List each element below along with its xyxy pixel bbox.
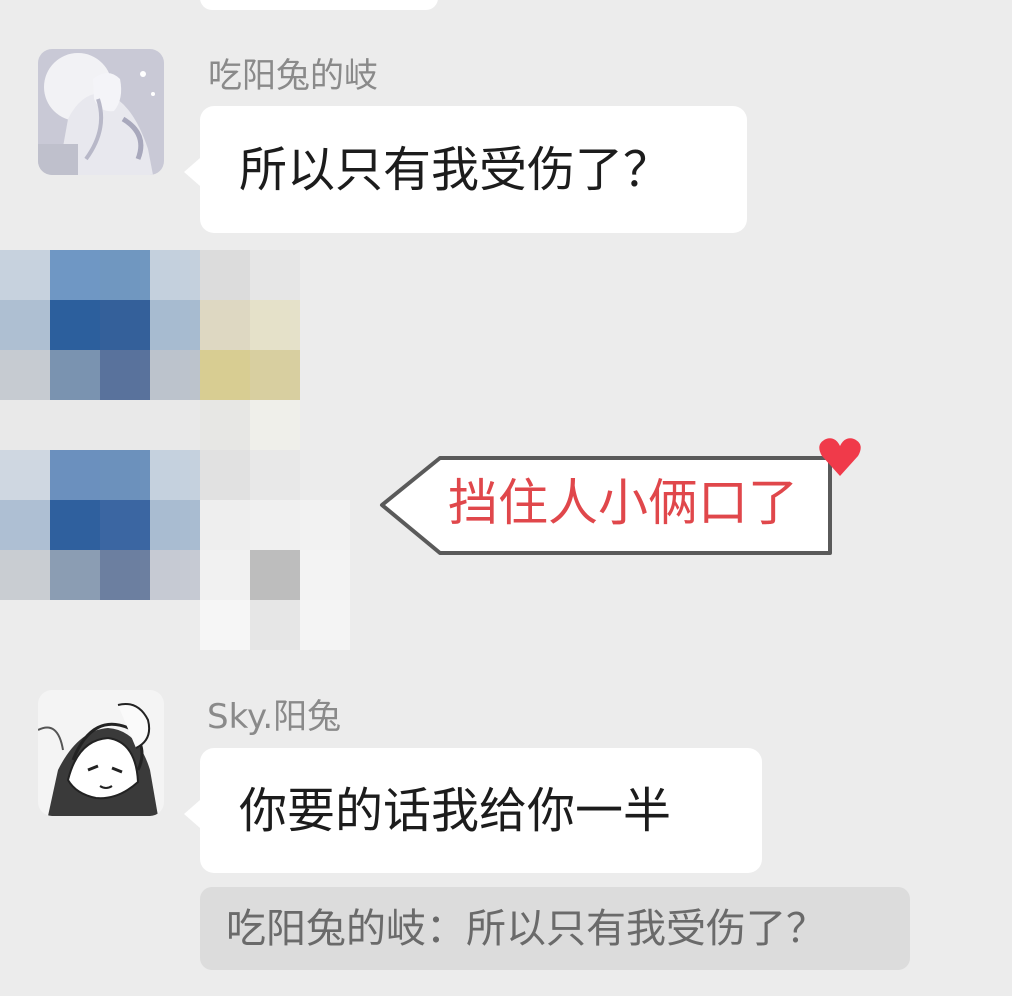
sender-name: Sky.阳兔 (207, 697, 342, 737)
message-text: 所以只有我受伤了？ (239, 141, 672, 198)
previous-message-bubble[interactable] (200, 0, 438, 10)
sender-avatar[interactable] (38, 49, 164, 175)
sticker-text: 挡住人小俩口了 (448, 474, 798, 532)
quoted-reply[interactable]: 吃阳兔的岐：所以只有我受伤了？ (200, 887, 910, 970)
avatar-manga-character-icon (38, 690, 164, 816)
sender-name: 吃阳兔的岐 (208, 56, 378, 96)
pixelated-mosaic-image (0, 250, 350, 650)
quoted-reply-text: 吃阳兔的岐：所以只有我受伤了？ (226, 905, 826, 952)
message-bubble[interactable]: 你要的话我给你一半 (184, 748, 762, 873)
message-text: 你要的话我给你一半 (239, 782, 672, 839)
sender-avatar[interactable] (38, 690, 164, 816)
heart-icon (819, 438, 861, 476)
message-bubble[interactable]: 所以只有我受伤了？ (184, 106, 747, 233)
avatar-white-haired-figure-icon (38, 49, 164, 175)
